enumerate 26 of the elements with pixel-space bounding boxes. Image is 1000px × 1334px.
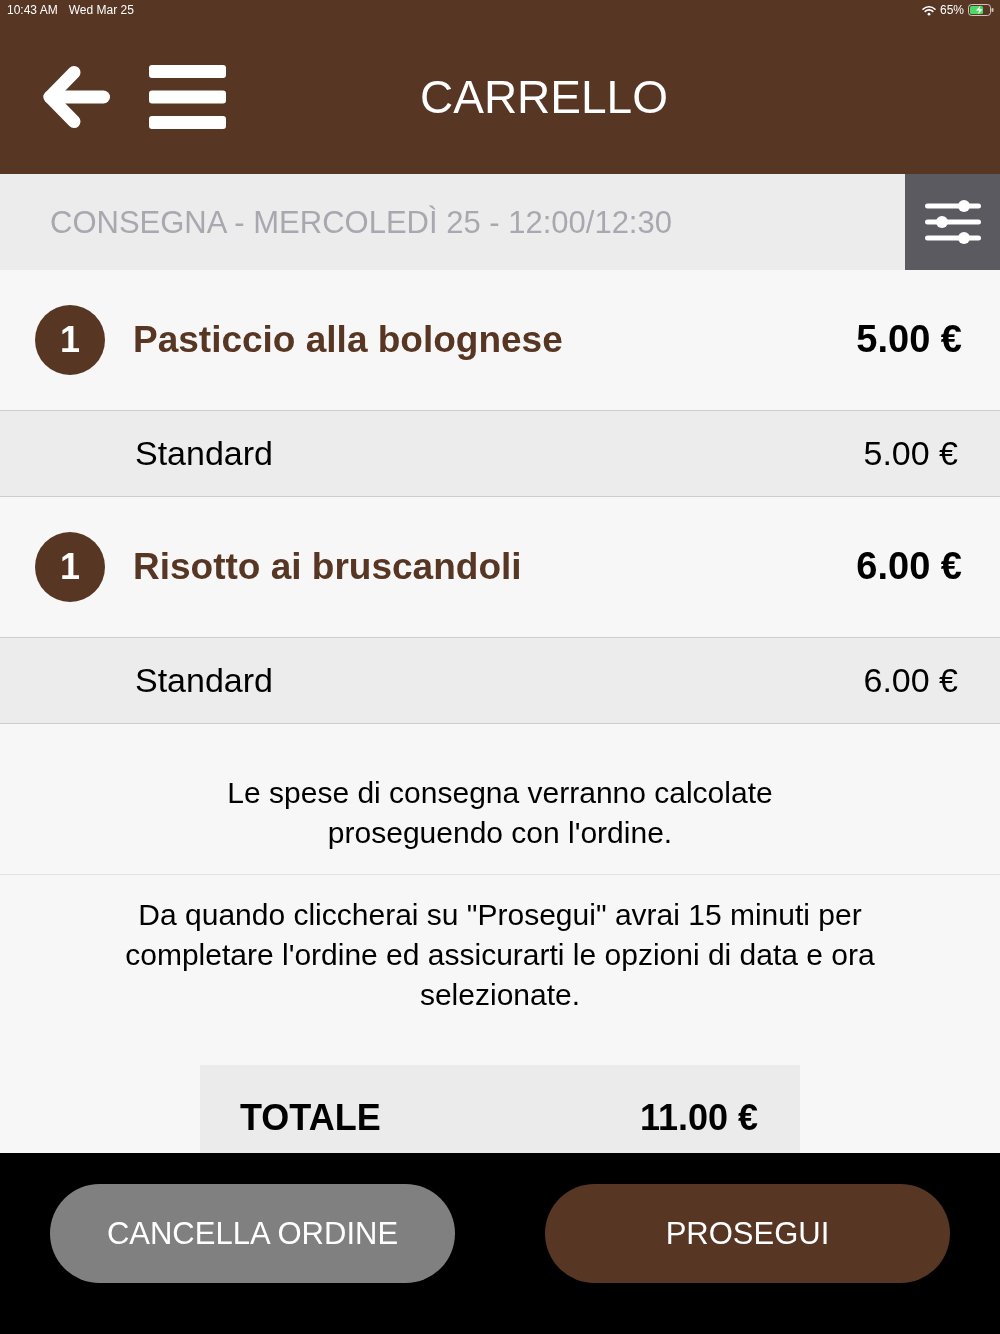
delivery-fee-note: Le spese di consegna verranno calcolate proseguendo con l'ordine. <box>226 775 774 851</box>
battery-percentage: 65% <box>939 3 964 17</box>
sliders-icon <box>924 200 981 244</box>
filter-button[interactable] <box>905 174 1000 270</box>
total-label: TOTALE <box>240 1098 381 1138</box>
total-amount: 11.00 € <box>639 1098 758 1138</box>
item-name: Risotto ai bruscandoli <box>133 546 522 588</box>
variant-name: Standard <box>135 661 273 700</box>
menu-icon[interactable] <box>149 65 226 129</box>
item-price: 5.00 € <box>856 319 962 361</box>
reservation-timer-note: Da quando cliccherai su "Prosegui" avrai 15 minuti per completare l'ordine ed assicurarti le opzioni di data e ora selezionate. <box>124 897 876 1013</box>
wifi-icon <box>921 4 936 16</box>
variant-name: Standard <box>135 434 273 473</box>
battery-charging-icon <box>968 4 994 16</box>
status-date: Wed Mar 25 <box>68 3 134 17</box>
page-title: CARRELLO <box>420 74 668 120</box>
continue-button[interactable]: PROSEGUI <box>545 1184 950 1283</box>
quantity-badge: 1 <box>35 532 105 602</box>
quantity-badge: 1 <box>35 305 105 375</box>
variant-price: 6.00 € <box>863 661 958 700</box>
variant-price: 5.00 € <box>863 434 958 473</box>
cancel-order-button[interactable]: CANCELLA ORDINE <box>50 1184 455 1283</box>
item-name: Pasticcio alla bolognese <box>133 319 563 361</box>
item-price: 6.00 € <box>856 546 962 588</box>
delivery-slot-label: CONSEGNA - MERCOLEDÌ 25 - 12:00/12:30 <box>50 206 672 238</box>
status-time: 10:43 AM <box>7 3 58 17</box>
